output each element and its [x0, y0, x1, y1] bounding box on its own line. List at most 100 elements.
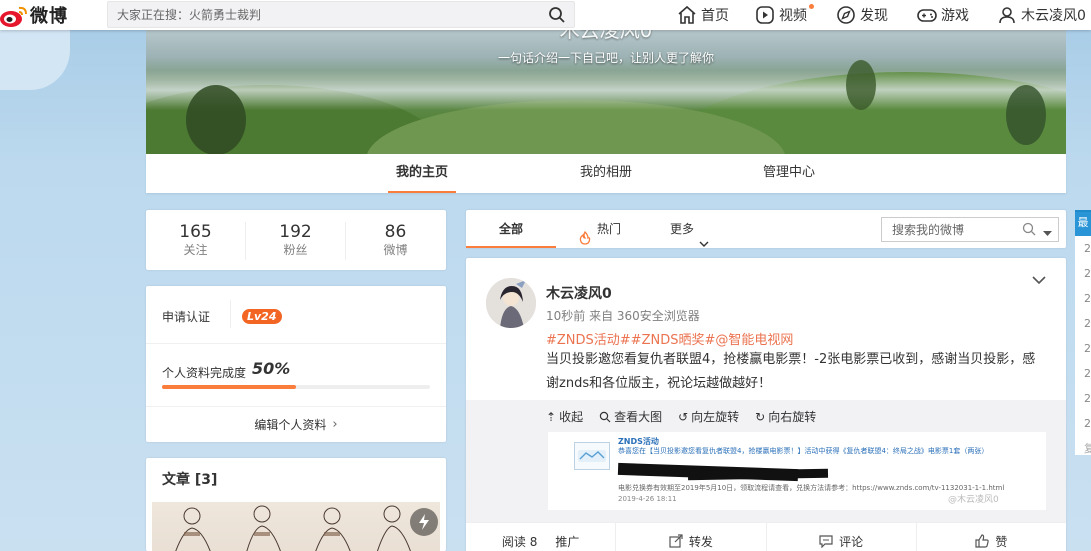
stat-following[interactable]: 165 关注 [146, 210, 245, 258]
home-icon [677, 5, 697, 25]
edit-profile-label: 编辑个人资料 [254, 417, 327, 432]
nav-video-label: 视频 [779, 8, 807, 24]
view-large-button[interactable]: 查看大图 [599, 408, 662, 425]
avatar[interactable] [486, 278, 536, 328]
rotate-left-button[interactable]: ↺ 向左旋转 [678, 408, 739, 425]
notification-dot [809, 4, 814, 9]
tab-hot-label: 热门 [597, 222, 622, 236]
tab-hot[interactable]: 热门 [579, 210, 621, 248]
stats-card: 165 关注 192 粉丝 86 微博 [146, 210, 446, 270]
right-sidebar-panel: 最 2 2 2 2 2 2 2 2 复 [1075, 210, 1091, 455]
completeness-progress-bar [162, 385, 430, 389]
completeness-progress-fill [162, 385, 296, 389]
stat-posts[interactable]: 86 微博 [346, 210, 445, 258]
rotate-left-icon: ↺ [678, 409, 689, 424]
list-item[interactable]: 2 [1075, 311, 1091, 336]
forward-icon [669, 534, 683, 548]
nav-game-label: 游戏 [941, 8, 969, 24]
level-badge-text: Lv24 [242, 309, 282, 324]
articles-card: 文章 [3] [146, 458, 446, 551]
read-count: 阅读 8 [501, 534, 538, 549]
discover-icon [836, 5, 856, 25]
list-item[interactable]: 2 [1075, 336, 1091, 361]
rotate-right-button[interactable]: ↻ 向右旋转 [755, 408, 816, 425]
cover-intro[interactable]: 一句话介绍一下自己吧，让别人更了解你 [146, 49, 1066, 66]
weibo-logo[interactable]: 微博 [0, 2, 68, 28]
collapse-button[interactable]: ⇡ 收起 [546, 408, 583, 425]
post-text: 当贝投影邀您看复仇者联盟4，抢楼赢电影票！-2张电影票已收到，感谢当贝投影，感谢… [546, 352, 1036, 391]
global-search-input[interactable] [117, 6, 537, 24]
profile-info-card: 申请认证 Lv24 个人资料完成度 50% 编辑个人资料 › [146, 286, 446, 442]
nav-user-label: 木云凌风0 [1021, 8, 1086, 24]
my-posts-search [881, 217, 1059, 242]
list-item[interactable]: 2 [1075, 286, 1091, 311]
top-navigation-bar: 微博 首页 视频 发现 游戏 木云凌风0 [0, 0, 1091, 30]
level-badge[interactable]: Lv24 [242, 309, 282, 324]
stat-number: 165 [179, 222, 212, 242]
background-cloud [0, 30, 70, 90]
nav-discover[interactable]: 发现 [836, 0, 888, 30]
caret-down-icon[interactable] [1043, 226, 1052, 240]
divider [230, 300, 231, 328]
stat-number: 192 [279, 222, 312, 242]
comment-label: 评论 [839, 534, 864, 549]
search-icon[interactable] [548, 6, 566, 24]
stat-number: 86 [384, 222, 407, 242]
apply-verification-link[interactable]: 申请认证 [162, 308, 210, 325]
article-cover-image[interactable] [152, 502, 440, 551]
image-date: 2019-4-26 18:11 [618, 495, 677, 503]
cover-mist [146, 70, 1066, 110]
search-icon[interactable] [1022, 222, 1036, 239]
articles-title[interactable]: 文章 [3] [162, 469, 217, 489]
nav-discover-label: 发现 [860, 8, 888, 24]
list-item[interactable]: 2 [1075, 361, 1091, 386]
comment-button[interactable]: 评论 [767, 523, 917, 551]
post-actions-bar: 阅读 8 推广 转发 评论 赞 [466, 522, 1066, 551]
weibo-eye-icon [0, 4, 28, 27]
right-panel-header: 最 [1075, 212, 1091, 236]
tab-my-home[interactable]: 我的主页 [388, 154, 456, 193]
search-icon [599, 411, 611, 423]
nav-user[interactable]: 木云凌风0 [997, 0, 1086, 30]
arrow-up-icon: ⇡ [546, 409, 557, 424]
nav-video[interactable]: 视频 [755, 0, 814, 30]
nav-home-label: 首页 [701, 8, 729, 24]
forward-button[interactable]: 转发 [616, 523, 767, 551]
lightning-icon [410, 508, 438, 536]
nav-game[interactable]: 游戏 [916, 0, 969, 30]
chevron-down-icon [699, 225, 709, 247]
tab-more[interactable]: 更多 [670, 210, 709, 248]
my-posts-search-input[interactable] [892, 222, 1020, 238]
cover-tree [1006, 85, 1046, 145]
stat-followers[interactable]: 192 粉丝 [246, 210, 345, 258]
chevron-down-icon[interactable] [1032, 274, 1046, 288]
completeness-label: 个人资料完成度 [162, 366, 247, 380]
post-image[interactable]: ZNDS活动 恭喜您在【当贝投影邀您看复仇者联盟4，抢楼赢电影票！】活动中获得《… [548, 432, 1046, 510]
comment-icon [819, 534, 833, 549]
list-footer[interactable]: 复 [1075, 436, 1091, 461]
tab-my-album[interactable]: 我的相册 [572, 154, 640, 193]
global-search [107, 1, 575, 28]
forward-label: 转发 [688, 534, 713, 549]
profile-cover: 木云凌风0 一句话介绍一下自己吧，让别人更了解你 [146, 30, 1066, 154]
promote-button[interactable]: 推广 [555, 533, 579, 550]
fire-icon [579, 222, 591, 245]
post-topics[interactable]: #ZNDS活动##ZNDS晒奖#@智能电视网 [546, 329, 793, 348]
view-large-label: 查看大图 [614, 410, 663, 424]
tab-all[interactable]: 全部 [466, 210, 556, 248]
list-item[interactable]: 2 [1075, 411, 1091, 436]
edit-profile-button[interactable]: 编辑个人资料 › [146, 406, 446, 442]
like-button[interactable]: 赞 [917, 523, 1066, 551]
list-item[interactable]: 2 [1075, 236, 1091, 261]
completeness-value: 50% [252, 359, 291, 378]
nav-home[interactable]: 首页 [677, 0, 729, 30]
rotate-right-label: 向右旋转 [768, 410, 817, 424]
image-watermark: @木云凌风0 [948, 495, 999, 505]
profile-tabs: 我的主页 我的相册 管理中心 [146, 154, 1066, 193]
list-item[interactable]: 2 [1075, 386, 1091, 411]
list-item[interactable]: 2 [1075, 261, 1091, 286]
post-author[interactable]: 木云凌风0 [546, 283, 612, 303]
thumbs-up-icon [975, 534, 990, 548]
tab-manage-center[interactable]: 管理中心 [755, 154, 823, 193]
chevron-right-icon: › [332, 416, 338, 432]
